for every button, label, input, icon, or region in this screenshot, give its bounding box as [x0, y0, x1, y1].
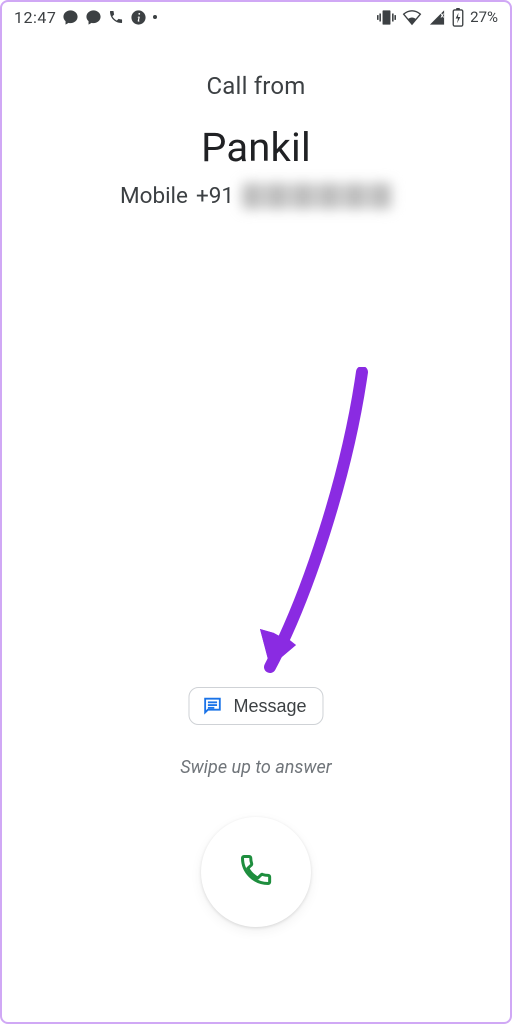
wifi-icon [402, 9, 422, 26]
vibrate-icon [377, 8, 396, 27]
dot-icon [153, 15, 157, 19]
message-icon [201, 695, 223, 717]
caller-info: Call from Pankil Mobile +91 [2, 72, 510, 209]
svg-text:x: x [441, 10, 445, 19]
chat-bubble-icon [85, 9, 102, 26]
caller-number-line: Mobile +91 [2, 183, 510, 209]
country-code: +91 [196, 183, 234, 209]
info-icon [130, 9, 147, 26]
annotation-arrow [252, 367, 372, 697]
battery-charging-icon [452, 8, 464, 27]
phone-icon [108, 9, 124, 25]
battery-percentage: 27% [470, 8, 498, 26]
phone-icon [238, 852, 274, 892]
message-button-label: Message [233, 696, 306, 717]
answer-call-button[interactable] [201, 817, 311, 927]
signal-icon: x [428, 9, 446, 26]
status-bar: 12:47 x 27% [2, 2, 510, 32]
swipe-hint: Swipe up to answer [180, 757, 331, 778]
status-clock: 12:47 [14, 8, 56, 27]
status-left: 12:47 [14, 8, 157, 27]
status-right: x 27% [377, 8, 498, 27]
message-button[interactable]: Message [188, 687, 323, 725]
call-from-label: Call from [2, 72, 510, 100]
line-type-label: Mobile [120, 183, 188, 209]
redacted-number [242, 183, 392, 209]
chat-bubble-icon [62, 9, 79, 26]
caller-name: Pankil [2, 124, 510, 171]
